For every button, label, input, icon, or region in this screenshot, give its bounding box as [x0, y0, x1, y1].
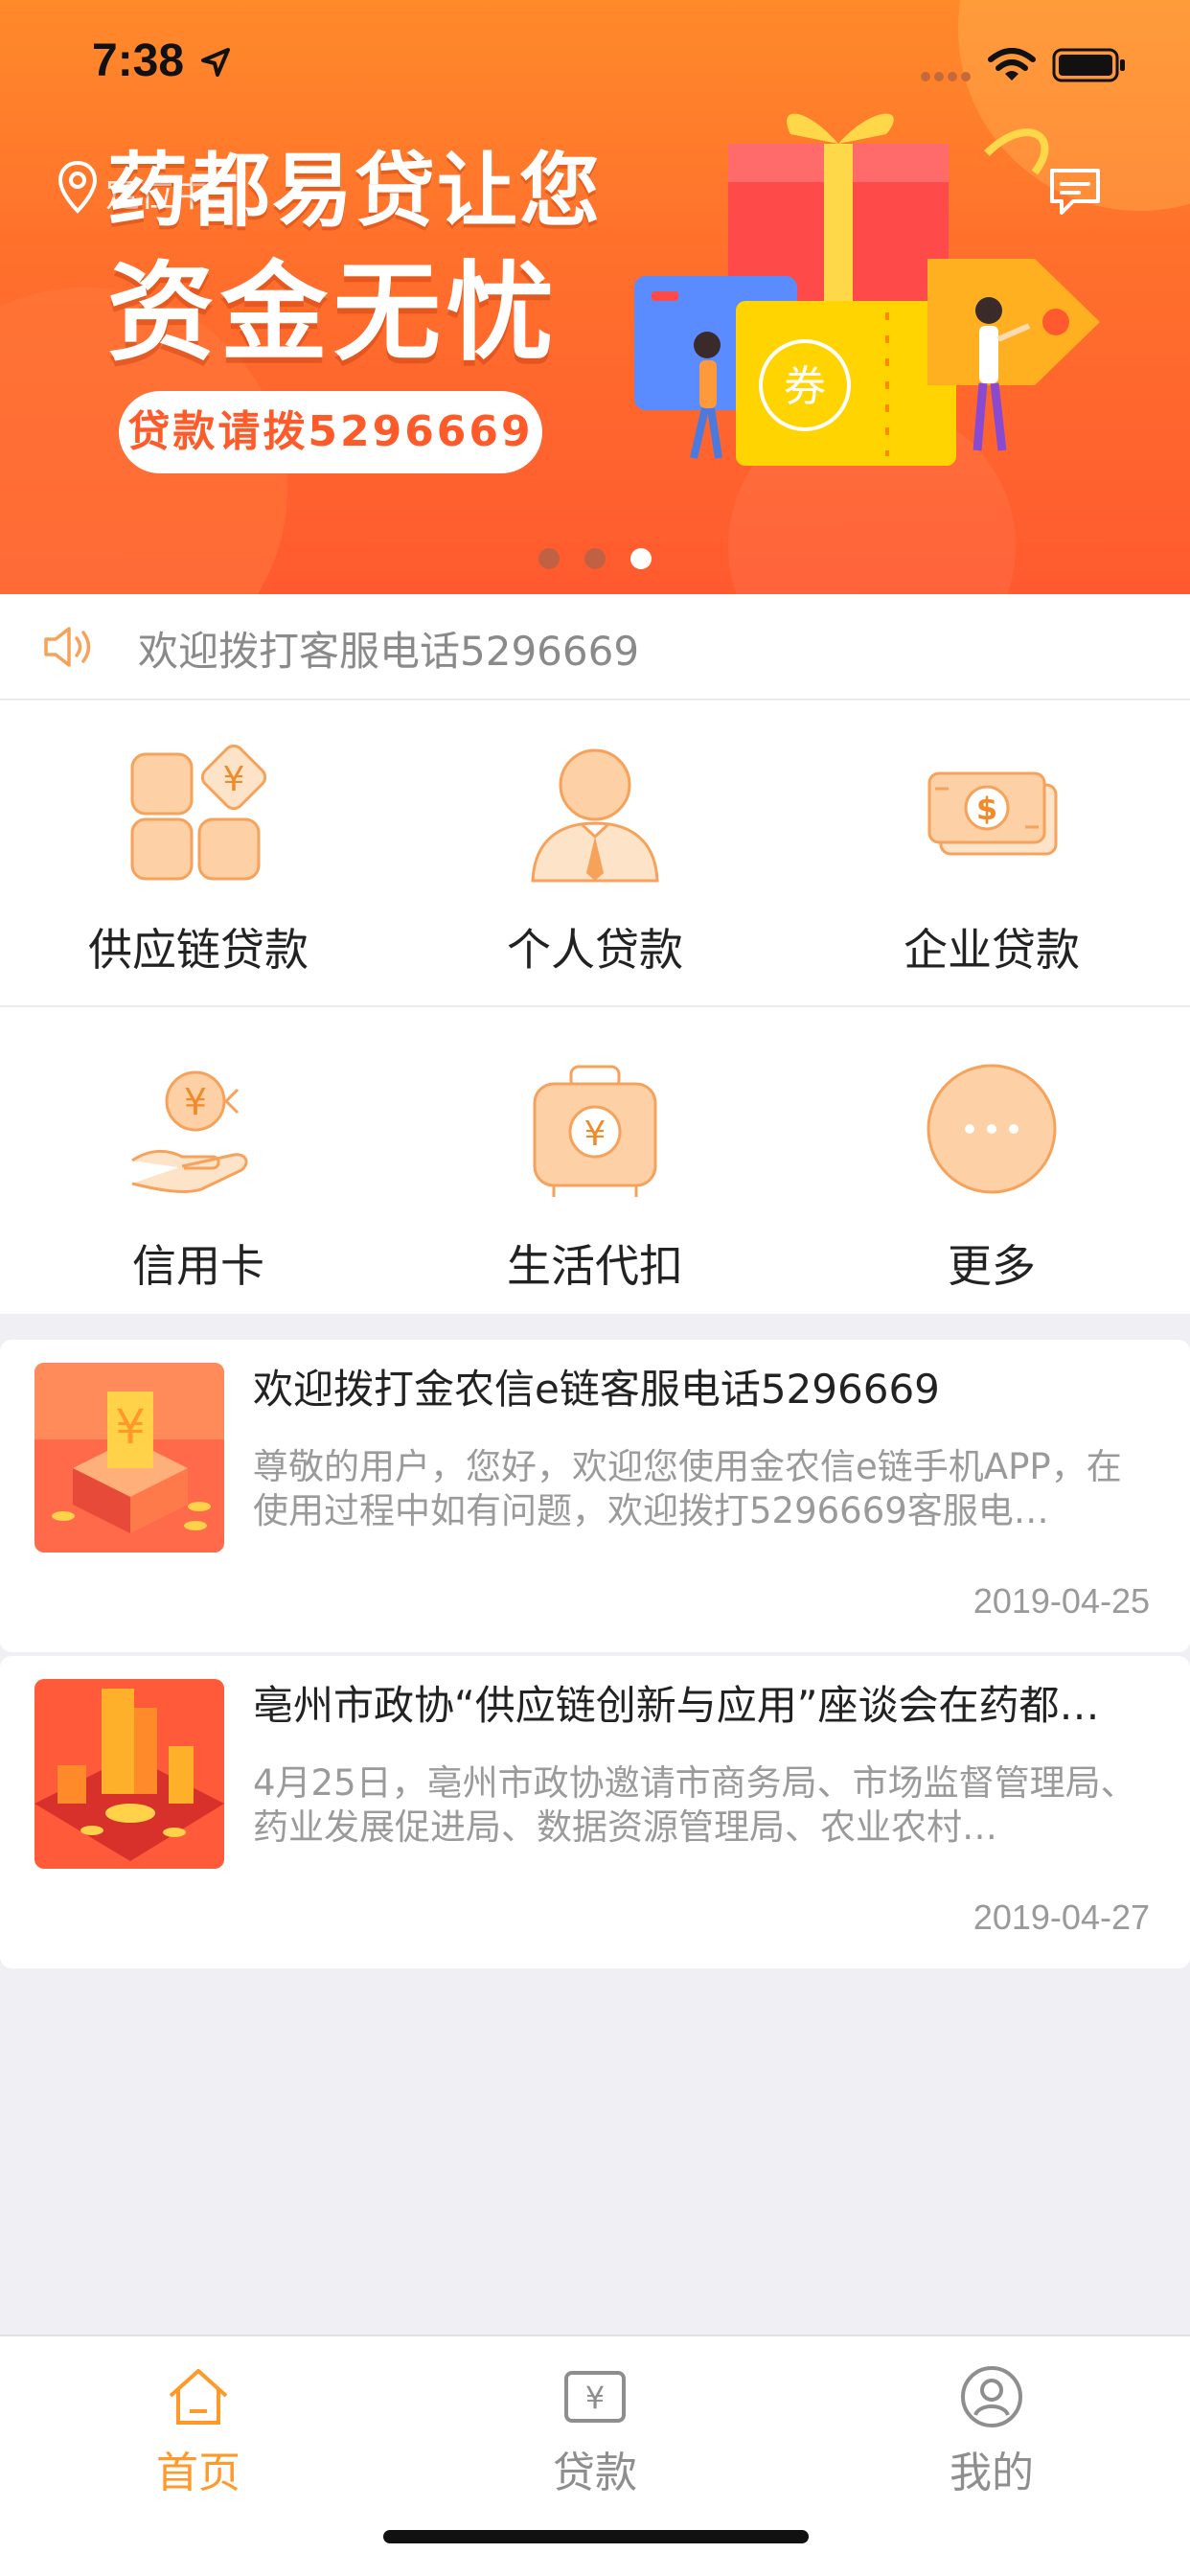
news-summary: 尊敬的用户，您好，欢迎您使用金农信e链手机APP，在使用过程中如有问题，欢迎拨打…: [253, 1446, 1122, 1531]
carousel-dot[interactable]: [584, 548, 606, 569]
service-more[interactable]: 更多: [793, 1017, 1190, 1323]
svg-text:¥: ¥: [584, 1115, 606, 1154]
service-label: 企业贷款: [904, 924, 1080, 976]
business-loan-icon: $: [927, 771, 1058, 856]
battery-icon: [1052, 48, 1125, 82]
banner-headline-large: 资金无忧: [107, 251, 560, 376]
service-supply-chain-loan[interactable]: ¥ 供应链贷款: [0, 701, 397, 1007]
yuan-card-icon: ¥: [564, 2371, 626, 2423]
news-summary: 4月25日，亳州市政协邀请市商务局、市场监督管理局、药业发展促进局、数据资源管理…: [253, 1762, 1136, 1848]
cellular-signal-icon: [921, 72, 971, 81]
tab-home[interactable]: 首页: [0, 2346, 397, 2499]
news-item[interactable]: ¥ 欢迎拨打金农信e链客服电话5296669 尊敬的用户，您好，欢迎您使用金农信…: [0, 1340, 1190, 1652]
gift-coupon-illustration: 券: [634, 113, 1100, 466]
news-item[interactable]: 亳州市政协“供应链创新与应用”座谈会在药都… 4月25日，亳州市政协邀请市商务局…: [0, 1656, 1190, 1968]
banner-headline: 药都易贷让您: [107, 144, 603, 238]
tab-label: 我的: [950, 2449, 1034, 2497]
service-life-payment[interactable]: ¥ 生活代扣: [397, 1017, 793, 1323]
wifi-icon: [988, 48, 1036, 80]
banner-phone-pill: 贷款请拨5296669: [119, 391, 542, 473]
news-title: 亳州市政协“供应链创新与应用”座谈会在药都…: [253, 1682, 1100, 1729]
svg-text:¥: ¥: [223, 760, 245, 799]
location-arrow-icon: [201, 48, 230, 77]
service-personal-loan[interactable]: 个人贷款: [397, 701, 793, 1007]
speaker-icon: [44, 627, 91, 667]
tab-label: 首页: [156, 2449, 240, 2497]
svg-text:$: $: [976, 791, 997, 827]
news-thumbnail: [34, 1679, 224, 1869]
promo-banner[interactable]: 7:38 定位中 药都易贷让您 资金无忧 贷款请拨5296669 券: [0, 0, 1190, 594]
svg-text:¥: ¥: [184, 1081, 207, 1123]
svg-text:¥: ¥: [585, 2380, 605, 2416]
service-grid: ¥ 供应链贷款 个人贷款 $ 企业贷款 ¥ 信用卡 ¥ 生活代扣 更多: [0, 701, 1190, 1314]
home-indicator: [383, 2530, 809, 2543]
service-credit-card[interactable]: ¥ 信用卡: [0, 1017, 397, 1323]
tab-label: 贷款: [553, 2449, 637, 2497]
news-date: 2019-04-25: [973, 1581, 1150, 1621]
personal-loan-icon: [531, 748, 659, 883]
announcement-bar[interactable]: 欢迎拨打客服电话5296669: [0, 594, 1190, 700]
carousel-dot[interactable]: [538, 548, 560, 569]
news-date: 2019-04-27: [973, 1898, 1150, 1937]
service-label: 信用卡: [132, 1240, 264, 1292]
status-time: 7:38: [92, 35, 185, 86]
coupon-badge: 券: [784, 362, 826, 411]
more-icon: [927, 1064, 1057, 1194]
profile-icon: [961, 2366, 1022, 2427]
svg-text:¥: ¥: [115, 1399, 146, 1455]
credit-card-icon: ¥: [131, 1070, 248, 1193]
location-pin-icon: [57, 160, 98, 214]
tab-profile[interactable]: 我的: [793, 2346, 1190, 2499]
service-business-loan[interactable]: $ 企业贷款: [793, 701, 1190, 1007]
service-label: 生活代扣: [507, 1240, 683, 1292]
home-icon: [169, 2369, 228, 2425]
carousel-dot-active[interactable]: [630, 548, 652, 569]
supply-chain-loan-icon: ¥: [130, 744, 267, 881]
news-title: 欢迎拨打金农信e链客服电话5296669: [253, 1366, 940, 1413]
service-label: 供应链贷款: [88, 924, 309, 976]
news-thumbnail: ¥: [34, 1363, 224, 1552]
tab-loan[interactable]: ¥ 贷款: [397, 2346, 793, 2499]
life-payment-icon: ¥: [533, 1065, 657, 1197]
carousel-pagination: [538, 548, 652, 569]
service-label: 个人贷款: [507, 924, 683, 976]
service-label: 更多: [948, 1240, 1036, 1292]
announcement-text: 欢迎拨打客服电话5296669: [138, 628, 640, 675]
